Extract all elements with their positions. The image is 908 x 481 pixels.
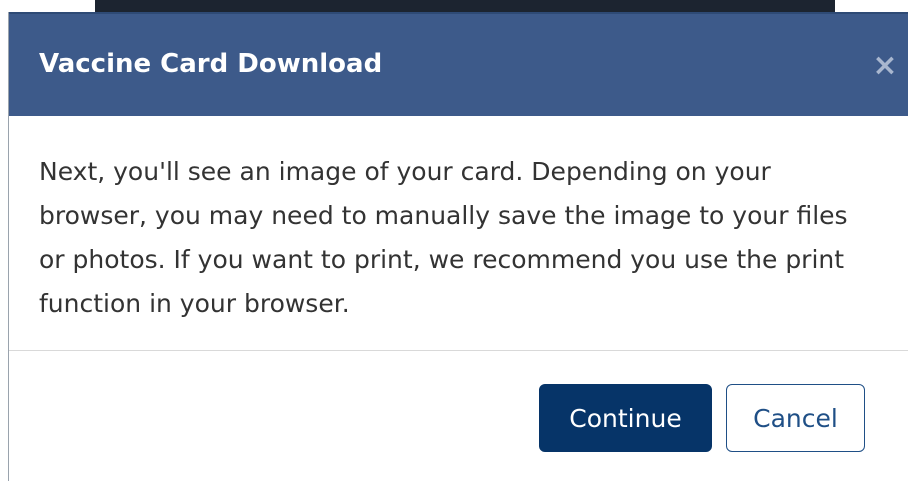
dialog-body: Next, you'll see an image of your card. … xyxy=(9,116,908,351)
dialog-title: Vaccine Card Download xyxy=(39,49,383,79)
page-backdrop xyxy=(95,0,835,12)
continue-button[interactable]: Continue xyxy=(539,384,712,452)
dialog-footer: Continue Cancel xyxy=(9,351,908,481)
vaccine-card-download-dialog: Vaccine Card Download × Next, you'll see… xyxy=(8,12,908,481)
dialog-message: Next, you'll see an image of your card. … xyxy=(39,157,848,318)
dialog-header: Vaccine Card Download × xyxy=(9,12,908,116)
cancel-button[interactable]: Cancel xyxy=(726,384,865,452)
close-icon[interactable]: × xyxy=(871,51,899,81)
page: Vaccine Card Download × Next, you'll see… xyxy=(0,0,908,481)
